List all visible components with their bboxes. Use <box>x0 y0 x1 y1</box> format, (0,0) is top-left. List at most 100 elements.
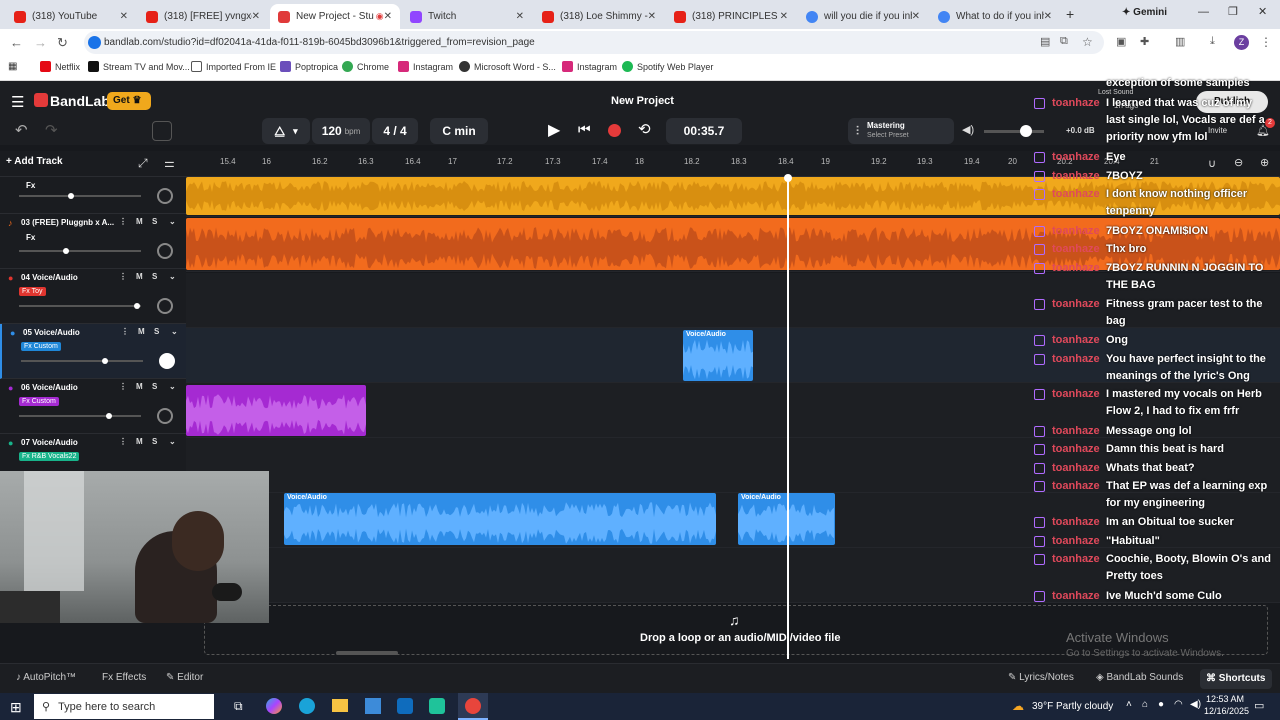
forward-icon[interactable]: → <box>34 35 47 50</box>
track-volume-slider[interactable] <box>19 248 141 254</box>
metronome-button[interactable]: ⧋ ▾ <box>262 118 310 144</box>
horizontal-scrollbar[interactable] <box>336 651 398 655</box>
task-view-icon[interactable]: ⧉ <box>234 699 243 714</box>
redo-icon[interactable]: ↷ <box>45 121 58 139</box>
bookmark-instagram-2[interactable]: Instagram <box>562 61 617 72</box>
minimize-button[interactable]: — <box>1198 6 1209 18</box>
close-icon[interactable]: ✕ <box>780 11 788 22</box>
volume-knob[interactable] <box>133 303 140 309</box>
speaker-icon[interactable]: ◀) <box>962 123 974 136</box>
track-header-selected[interactable]: ● 05 Voice/Audio ⋮ M S ⌄ Fx Custom <box>0 324 186 379</box>
pan-dial[interactable] <box>157 298 173 314</box>
record-button[interactable] <box>608 124 621 137</box>
automation-icon[interactable]: ⤢ <box>138 156 148 171</box>
bookmark-spotify[interactable]: Spotify Web Player <box>622 61 713 72</box>
tray-chevron-icon[interactable]: ˄ <box>1126 699 1132 710</box>
track-volume-slider[interactable] <box>19 413 141 419</box>
add-track-button[interactable]: + Add Track <box>6 156 76 173</box>
chevron-down-icon[interactable]: ⌄ <box>169 272 176 281</box>
gemini-button[interactable]: ✦ Gemini <box>1122 7 1167 18</box>
track-volume-slider[interactable] <box>19 303 141 309</box>
site-info-icon[interactable] <box>88 36 101 49</box>
taskbar-search[interactable]: ⚲ Type here to search <box>34 694 214 719</box>
browser-tab[interactable]: (318) [FREE] yvngxchris ✕ <box>138 4 268 29</box>
bookmark-chrome[interactable]: Chrome <box>342 61 389 72</box>
fx-label[interactable]: Fx <box>26 181 35 190</box>
copilot-icon[interactable] <box>266 698 282 714</box>
back-icon[interactable]: ← <box>10 35 23 50</box>
volume-knob[interactable] <box>63 248 70 254</box>
master-volume-slider[interactable] <box>984 125 1044 137</box>
chevron-down-icon[interactable]: ⌄ <box>171 327 178 336</box>
bandlab-sounds-button[interactable]: ◈ BandLab Sounds <box>1096 672 1183 683</box>
app-icon[interactable] <box>429 698 445 714</box>
bookmark-folder[interactable]: Imported From IE <box>191 61 276 72</box>
solo-button[interactable]: S <box>152 382 157 391</box>
track-menu-icon[interactable]: ⋮ <box>119 437 127 446</box>
close-window-button[interactable]: ✕ <box>1258 5 1267 18</box>
fx-badge[interactable]: Fx R&B Vocals22 <box>19 452 80 461</box>
playhead-handle[interactable] <box>784 174 792 182</box>
network-icon[interactable]: ⌂ <box>1142 699 1148 710</box>
editor-button[interactable]: ✎ Editor <box>166 672 203 683</box>
track-header[interactable]: ● 06 Voice/Audio ⋮ M S ⌄ Fx Custom <box>0 379 186 434</box>
shortcuts-button[interactable]: ⌘ Shortcuts <box>1200 669 1272 689</box>
solo-button[interactable]: S <box>152 217 157 226</box>
new-tab-button[interactable]: + <box>1066 6 1074 22</box>
chevron-down-icon[interactable]: ⌄ <box>169 382 176 391</box>
autopitch-button[interactable]: ♪ AutoPitch™ <box>16 672 76 683</box>
bookmark-word[interactable]: Microsoft Word - S... <box>459 61 556 72</box>
bookmark-netflix[interactable]: Netflix <box>40 61 80 72</box>
volume-knob[interactable] <box>106 413 112 419</box>
browser-tab[interactable]: (318) PRINCIPLES / POS ✕ <box>666 4 796 29</box>
chevron-down-icon[interactable]: ⌄ <box>169 437 176 446</box>
outlook-icon[interactable] <box>397 698 413 714</box>
browser-tab[interactable]: (318) Loe Shimmy - Zup ✕ <box>534 4 664 29</box>
track-header[interactable]: ♪ 03 (FREE) Pluggnb x A... ⋮ M S ⌄ Fx <box>0 214 186 269</box>
track-volume-slider[interactable] <box>21 358 143 364</box>
file-explorer-icon[interactable] <box>332 699 348 712</box>
mute-button[interactable]: M <box>138 327 145 336</box>
track-header[interactable]: Fx <box>0 177 186 214</box>
track-menu-icon[interactable]: ⋮ <box>119 217 127 226</box>
get-membership-button[interactable]: Get ♛ <box>107 92 151 110</box>
mute-button[interactable]: M <box>136 437 143 446</box>
solo-button[interactable]: S <box>152 272 157 281</box>
audio-clip[interactable]: Voice/Audio <box>284 493 716 545</box>
bpm-field[interactable]: 120 bpm <box>312 118 370 144</box>
download-icon[interactable]: ⤓ <box>1210 35 1215 48</box>
track-menu-icon[interactable]: ⋮ <box>119 382 127 391</box>
bookmark-star-icon[interactable]: ☆ <box>1082 35 1093 49</box>
edge-icon[interactable] <box>299 698 315 714</box>
mic-tray-icon[interactable]: ● <box>1158 699 1164 710</box>
maximize-button[interactable]: ❐ <box>1228 5 1238 18</box>
mute-button[interactable]: M <box>136 272 143 281</box>
skip-back-button[interactable]: ⏮ <box>578 121 591 138</box>
pan-dial[interactable] <box>157 243 173 259</box>
time-signature-field[interactable]: 4 / 4 <box>372 118 418 144</box>
fx-badge[interactable]: Fx Custom <box>21 342 61 351</box>
notification-center-icon[interactable]: ▭ <box>1254 699 1264 712</box>
hamburger-menu-icon[interactable]: ☰ <box>11 93 24 111</box>
clock-time[interactable]: 12:53 AM <box>1206 694 1244 704</box>
browser-tab-active[interactable]: New Project - Studio ◉ ✕ <box>270 4 400 29</box>
reload-icon[interactable]: ↻ <box>57 35 68 51</box>
volume-knob[interactable] <box>102 358 109 364</box>
profile-avatar[interactable]: Z <box>1234 35 1249 50</box>
lyrics-notes-button[interactable]: ✎ Lyrics/Notes <box>1008 672 1074 683</box>
close-icon[interactable]: ✕ <box>120 11 128 22</box>
browser-tab[interactable]: (318) YouTube ✕ <box>6 4 136 29</box>
project-title[interactable]: New Project <box>611 95 674 107</box>
fx-label[interactable]: Fx <box>26 233 35 242</box>
mute-button[interactable]: M <box>136 382 143 391</box>
volume-knob[interactable] <box>67 193 74 199</box>
pan-dial[interactable] <box>157 188 173 204</box>
track-volume-slider[interactable] <box>19 193 141 199</box>
fx-badge[interactable]: Fx Toy <box>19 287 46 296</box>
close-icon[interactable]: ✕ <box>648 11 656 22</box>
chevron-down-icon[interactable]: ⌄ <box>169 217 176 226</box>
track-header[interactable]: ● 04 Voice/Audio ⋮ M S ⌄ Fx Toy <box>0 269 186 324</box>
pan-dial[interactable] <box>159 353 175 369</box>
sidepanel-icon[interactable]: ▥ <box>1175 35 1185 48</box>
mute-button[interactable]: M <box>136 217 143 226</box>
